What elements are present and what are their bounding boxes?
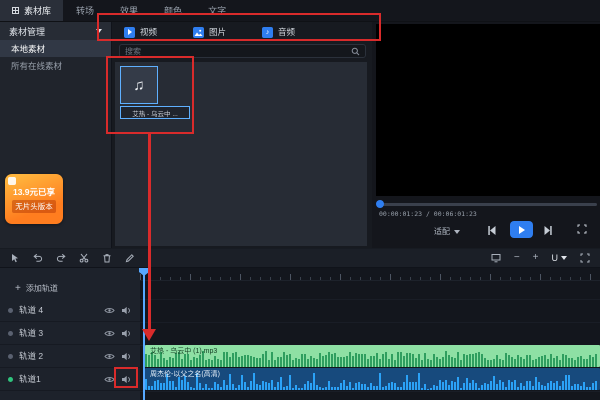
edit-icon[interactable]	[125, 253, 135, 263]
track-bullet-icon	[8, 308, 13, 313]
mute-speaker-icon[interactable]	[121, 329, 132, 338]
plus-icon: +	[15, 284, 21, 294]
mute-speaker-icon[interactable]	[121, 306, 132, 315]
progress-handle[interactable]	[376, 200, 384, 208]
promo-text-line2: 无片头版本	[12, 200, 56, 213]
zoom-in-icon[interactable]: +	[533, 253, 539, 263]
track-name: 轨道 2	[19, 350, 98, 362]
lane-separator	[140, 299, 600, 300]
track-row-3[interactable]: 轨道 3	[0, 322, 140, 345]
track-name: 轨道1	[19, 373, 98, 385]
mute-speaker-icon[interactable]	[121, 352, 132, 361]
visibility-eye-icon[interactable]	[104, 352, 115, 361]
fullscreen-icon	[577, 224, 587, 234]
add-track-button[interactable]: + 添加轨道	[15, 283, 58, 294]
chevron-down-icon	[454, 230, 460, 234]
u-toggle[interactable]: U	[552, 254, 568, 263]
lane-separator	[140, 322, 600, 323]
fit-dropdown[interactable]: 适配	[434, 226, 460, 237]
annotation-arrow-head	[142, 329, 156, 341]
time-display: 00:00:01:23 / 00:06:01:23	[379, 210, 477, 218]
tab-material-library-label: 素材库	[24, 4, 51, 17]
expand-timeline-icon[interactable]	[580, 253, 590, 263]
redo-icon[interactable]	[56, 253, 66, 263]
play-icon	[519, 226, 525, 234]
next-icon	[543, 225, 553, 236]
track-bullet-icon	[8, 331, 13, 336]
audio-clip-track1[interactable]: 周杰伦-以父之名(高清)	[145, 368, 600, 390]
annotation-box-track1-volume	[114, 367, 138, 388]
zoom-out-icon[interactable]: −	[514, 253, 520, 263]
track-bullet-icon	[8, 377, 13, 382]
chevron-down-icon	[561, 256, 567, 260]
track-row-2[interactable]: 轨道 2	[0, 345, 140, 368]
search-input[interactable]	[125, 47, 347, 56]
track-bullet-icon	[8, 354, 13, 359]
fullscreen-button[interactable]	[577, 224, 587, 234]
sidebar-item-online-material[interactable]: 所有在线素材	[0, 57, 111, 74]
add-track-label: 添加轨道	[26, 283, 58, 294]
delete-icon[interactable]	[102, 253, 112, 263]
track-row-4[interactable]: 轨道 4	[0, 299, 140, 322]
track-name: 轨道 3	[19, 327, 98, 339]
annotation-box-audio-card	[106, 56, 194, 134]
lane-separator	[140, 391, 600, 392]
search-icon	[351, 47, 360, 56]
video-preview	[376, 24, 600, 196]
promo-text-line1: 13.9元已享	[13, 186, 55, 198]
previous-icon	[487, 225, 497, 236]
play-button[interactable]	[510, 221, 533, 238]
video-editor-app: 素材库 转场 效果 颜色 文字 素材管理 本地素材 所有在线素材 13.9元已享…	[0, 0, 600, 400]
material-manage-header[interactable]: 素材管理	[0, 22, 111, 40]
undo-icon[interactable]	[33, 253, 43, 263]
library-grid-icon	[12, 7, 19, 14]
promo-logo-icon	[8, 177, 16, 185]
tab-material-library[interactable]: 素材库	[0, 0, 63, 21]
u-toggle-label: U	[552, 254, 559, 263]
promo-badge[interactable]: 13.9元已享 无片头版本	[5, 174, 63, 224]
fit-dropdown-label: 适配	[434, 226, 450, 237]
split-icon[interactable]	[79, 253, 89, 263]
timeline-ruler[interactable]	[140, 268, 600, 281]
material-manage-label: 素材管理	[9, 25, 45, 38]
track-name: 轨道 4	[19, 304, 98, 316]
visibility-eye-icon[interactable]	[104, 306, 115, 315]
previous-frame-button[interactable]	[487, 225, 497, 236]
sidebar-item-local-material[interactable]: 本地素材	[0, 40, 111, 57]
annotation-box-media-tabs	[97, 13, 381, 41]
annotation-arrow-line	[148, 134, 151, 330]
sidebar: 素材管理 本地素材 所有在线素材 13.9元已享 无片头版本	[0, 22, 112, 248]
clip-title: 周杰伦-以父之名(高清)	[150, 369, 220, 379]
cursor-tool-icon[interactable]	[10, 253, 20, 263]
preview-progress-bar[interactable]	[379, 203, 597, 206]
preview-mode-icon[interactable]	[491, 253, 501, 263]
audio-clip-track2[interactable]: 艾热 - 乌云中 (1).mp3	[145, 345, 600, 367]
next-frame-button[interactable]	[543, 225, 553, 236]
timeline-toolbar: − + U	[0, 249, 600, 268]
clip-title: 艾热 - 乌云中 (1).mp3	[150, 346, 217, 356]
visibility-eye-icon[interactable]	[104, 329, 115, 338]
